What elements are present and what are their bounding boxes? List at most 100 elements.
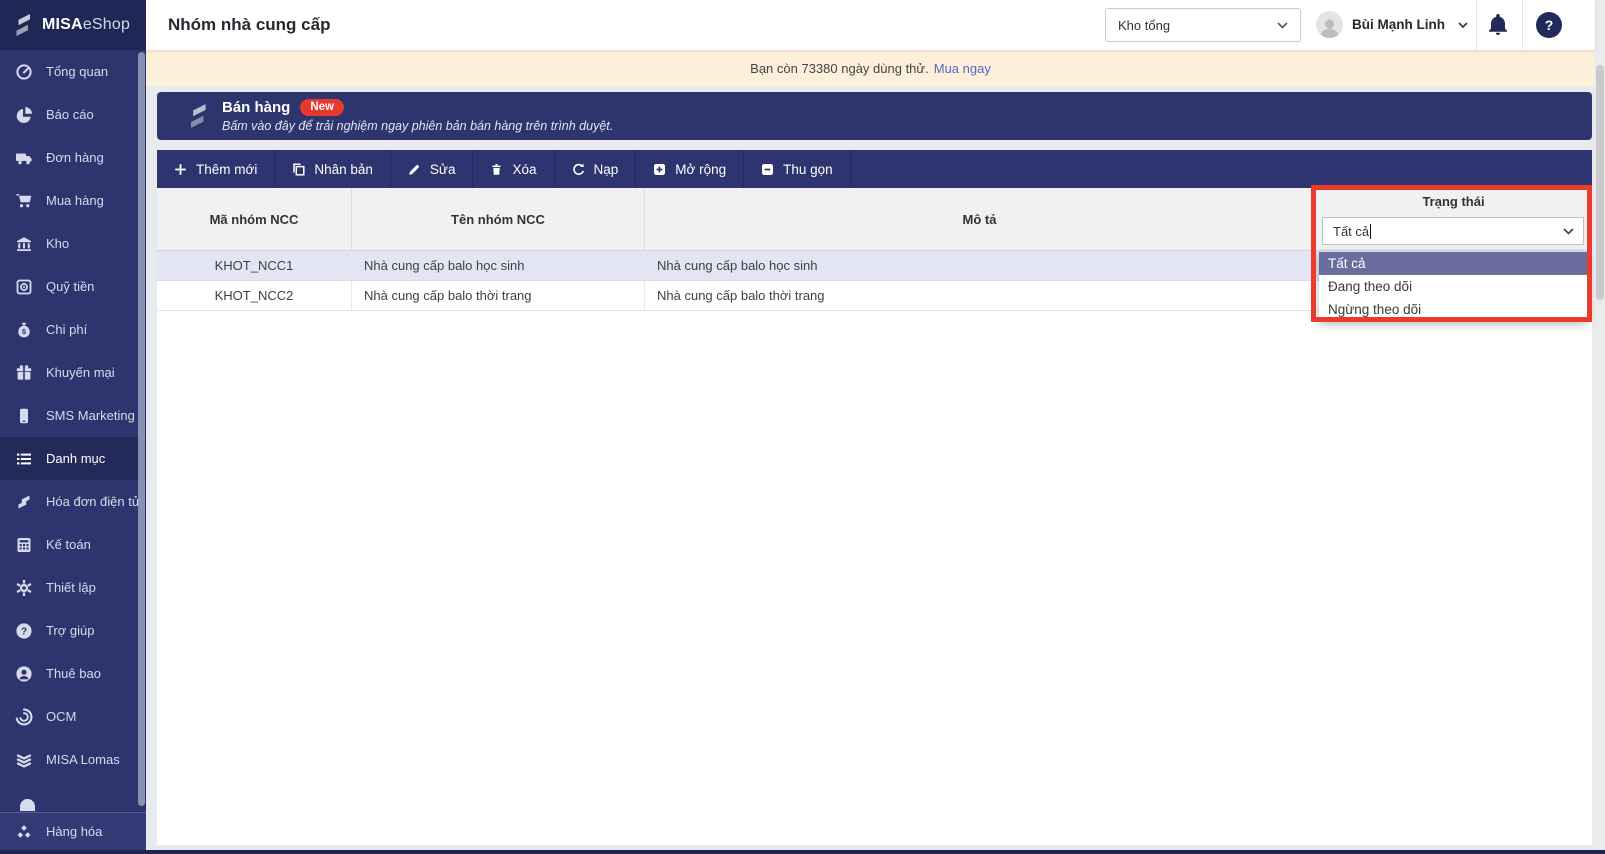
- sidebar-item-label: Danh mục: [46, 451, 106, 466]
- sidebar-item-label: Kế toán: [46, 537, 91, 552]
- sidebar-item-quy-tien[interactable]: Quỹ tiền: [0, 265, 146, 308]
- expand-square-plus-icon: [653, 163, 666, 176]
- e-invoice-icon: [15, 493, 33, 511]
- warehouse-selector[interactable]: Kho tổng: [1105, 8, 1301, 42]
- user-avatar[interactable]: [1316, 11, 1343, 38]
- reload-button[interactable]: Nạp: [555, 150, 637, 188]
- app-logo[interactable]: MISAeShop: [0, 0, 146, 50]
- sidebar-item-label: Hóa đơn điện tử: [46, 494, 141, 509]
- sidebar-item-label: Đơn hàng: [46, 150, 104, 165]
- sidebar-item-label: Chi phí: [46, 322, 88, 337]
- sidebar-item-don-hang[interactable]: Đơn hàng: [0, 136, 146, 179]
- sidebar-item-label: SMS Marketing: [46, 408, 135, 423]
- user-name[interactable]: Bùi Mạnh Linh: [1352, 0, 1445, 50]
- sidebar-item-sms-marketing[interactable]: SMS Marketing: [0, 394, 146, 437]
- money-bag-icon: $: [15, 321, 33, 339]
- sidebar-scrollbar-thumb[interactable]: [138, 52, 145, 806]
- cell-desc: Nhà cung cấp balo thời trang: [645, 281, 1315, 310]
- sidebar-item-misa-lomas[interactable]: MISA Lomas: [0, 738, 146, 781]
- boxes-icon: [15, 823, 33, 841]
- svg-text:?: ?: [21, 626, 27, 637]
- sidebar-item-mua-hang[interactable]: Mua hàng: [0, 179, 146, 222]
- sidebar-item-label: Trợ giúp: [46, 623, 95, 638]
- status-filter-value: Tất cả: [1333, 223, 1370, 239]
- promo-subtitle: Bấm vào đây để trải nghiệm ngay phiên bả…: [222, 119, 614, 133]
- sidebar-item-khuyen-mai[interactable]: Khuyến mại: [0, 351, 146, 394]
- sidebar-item-bao-cao[interactable]: Báo cáo: [0, 93, 146, 136]
- cell-code: KHOT_NCC2: [157, 281, 352, 310]
- list-icon: [15, 450, 33, 468]
- warehouse-icon: [15, 235, 33, 253]
- trial-text: Bạn còn 73380 ngày dùng thử.: [750, 60, 929, 76]
- sidebar-item-label: Khuyến mại: [46, 365, 115, 380]
- sidebar: MISAeShop Tổng quan Báo cáo Đơn hàng Mua…: [0, 0, 146, 850]
- delete-button[interactable]: Xóa: [473, 150, 555, 188]
- safe-icon: [15, 278, 33, 296]
- toolbar: Thêm mới Nhân bản Sửa Xóa Nạp Mở rộng Th…: [157, 150, 1592, 188]
- status-dropdown-list: Tất cả Đang theo dõi Ngừng theo dõi: [1319, 252, 1587, 321]
- sidebar-item-label: Thiết lập: [46, 580, 96, 595]
- user-menu-chevron-icon[interactable]: [1458, 22, 1468, 28]
- button-label: Thu gọn: [783, 161, 833, 177]
- chevron-down-icon[interactable]: [1563, 228, 1574, 235]
- status-option-tat-ca[interactable]: Tất cả: [1319, 252, 1587, 275]
- column-header-mo-ta[interactable]: Mô tả: [645, 188, 1315, 250]
- page-scrollbar-thumb[interactable]: [1596, 65, 1604, 300]
- sidebar-item-chi-phi[interactable]: $ Chi phí: [0, 308, 146, 351]
- notification-bell-icon[interactable]: [1486, 13, 1510, 37]
- logo-product: eShop: [82, 16, 131, 33]
- sidebar-item-tong-quan[interactable]: Tổng quan: [0, 50, 146, 93]
- text-cursor: [1370, 223, 1372, 239]
- promo-text-block: Bán hàng New Bấm vào đây để trải nghiệm …: [222, 96, 613, 133]
- app-window: MISAeShop Tổng quan Báo cáo Đơn hàng Mua…: [0, 0, 1605, 854]
- sidebar-item-label: Báo cáo: [46, 107, 94, 122]
- column-header-ten-nhom-ncc[interactable]: Tên nhóm NCC: [352, 188, 645, 250]
- copy-icon: [292, 162, 305, 176]
- user-icon: [15, 665, 33, 683]
- sidebar-item-label: MISA Lomas: [46, 752, 120, 767]
- trash-icon: [490, 163, 503, 176]
- add-new-button[interactable]: Thêm mới: [157, 150, 276, 188]
- duplicate-button[interactable]: Nhân bản: [275, 150, 391, 188]
- help-circle-icon: ?: [15, 622, 33, 640]
- top-header: Nhóm nhà cung cấp Kho tổng Bùi Mạnh Linh…: [146, 0, 1595, 50]
- page-scrollbar-track[interactable]: [1595, 0, 1605, 850]
- calculator-icon: [15, 536, 33, 554]
- sidebar-item-ocm[interactable]: OCM: [0, 695, 146, 738]
- misa-s-logo-icon: [11, 12, 35, 38]
- sidebar-item-kho[interactable]: Kho: [0, 222, 146, 265]
- sidebar-item-label: Thuê bao: [46, 666, 101, 681]
- sidebar-item-ke-toan[interactable]: Kế toán: [0, 523, 146, 566]
- cart-icon: [15, 192, 33, 210]
- sidebar-item-thiet-lap[interactable]: Thiết lập: [0, 566, 146, 609]
- button-label: Nhân bản: [314, 161, 373, 177]
- column-header-ma-nhom-ncc[interactable]: Mã nhóm NCC: [157, 188, 352, 250]
- button-label: Sửa: [429, 161, 456, 177]
- gear-icon: [15, 579, 33, 597]
- layers-icon: [15, 751, 33, 769]
- refresh-icon: [572, 163, 585, 176]
- plus-icon: [174, 163, 187, 176]
- header-divider: [1476, 0, 1477, 50]
- status-option-dang-theo-doi[interactable]: Đang theo dõi: [1319, 275, 1587, 298]
- buy-now-link[interactable]: Mua ngay: [934, 61, 991, 76]
- sidebar-nav: Tổng quan Báo cáo Đơn hàng Mua hàng Kho …: [0, 50, 146, 781]
- sidebar-item-danh-muc[interactable]: Danh mục: [0, 437, 146, 480]
- sidebar-bottom-section: Hàng hóa: [0, 812, 146, 850]
- sidebar-item-hang-hoa[interactable]: Hàng hóa: [0, 813, 146, 850]
- pencil-icon: [408, 163, 421, 176]
- expand-button[interactable]: Mở rộng: [636, 150, 745, 188]
- gauge-icon: [15, 63, 33, 81]
- status-filter-select[interactable]: Tất cả: [1322, 217, 1584, 245]
- promo-banner[interactable]: Bán hàng New Bấm vào đây để trải nghiệm …: [157, 92, 1592, 140]
- misa-s-logo-icon: [185, 101, 211, 131]
- status-option-ngung-theo-doi[interactable]: Ngừng theo dõi: [1319, 298, 1587, 321]
- truck-icon: [15, 149, 33, 167]
- edit-button[interactable]: Sửa: [391, 150, 474, 188]
- sidebar-item-hoa-don-dien-tu[interactable]: Hóa đơn điện tử: [0, 480, 146, 523]
- collapse-button[interactable]: Thu gọn: [744, 150, 851, 188]
- sidebar-item-thue-bao[interactable]: Thuê bao: [0, 652, 146, 695]
- sidebar-item-tro-giup[interactable]: ? Trợ giúp: [0, 609, 146, 652]
- help-button[interactable]: ?: [1536, 12, 1562, 38]
- collapse-square-minus-icon: [761, 163, 774, 176]
